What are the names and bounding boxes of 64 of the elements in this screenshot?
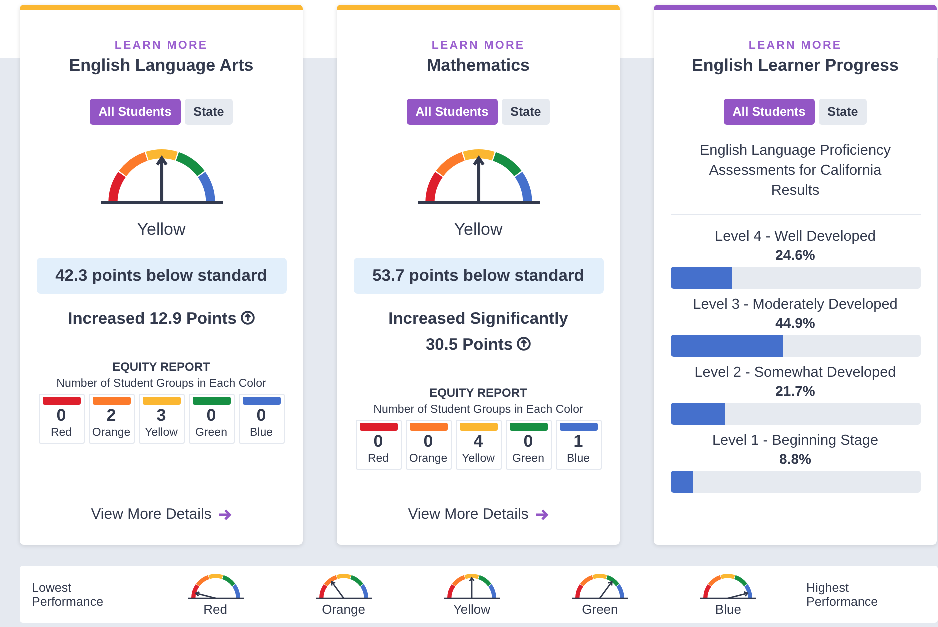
level-percent: 21.7% bbox=[776, 383, 816, 399]
level-percent: 24.6% bbox=[776, 247, 816, 263]
learn-more-link[interactable]: LEARN MORE bbox=[432, 40, 526, 52]
legend-label: Red bbox=[204, 602, 228, 617]
group-count: 0 bbox=[524, 431, 534, 454]
color-label: Yellow bbox=[145, 427, 178, 440]
change-text: Increased 12.9 Points bbox=[54, 306, 269, 332]
legend-label: Yellow bbox=[453, 602, 491, 617]
change-text: Increased Significantly 30.5 Points bbox=[388, 309, 570, 356]
group-count: 0 bbox=[424, 431, 434, 454]
color-label: Blue bbox=[566, 453, 590, 466]
color-label: Yellow bbox=[462, 453, 495, 466]
group-count: 2 bbox=[106, 405, 116, 428]
status-box: 42.3 points below standard bbox=[36, 258, 286, 294]
view-more-details-link[interactable]: View More Details bbox=[408, 506, 549, 523]
equity-subtitle: Number of Student Groups in Each Color bbox=[374, 404, 584, 416]
filter-tab[interactable]: State bbox=[184, 99, 234, 125]
equity-title: EQUITY REPORT bbox=[112, 360, 210, 374]
level-percent: 44.9% bbox=[776, 315, 816, 331]
learn-more-link[interactable]: LEARN MORE bbox=[748, 40, 842, 52]
arrow-right-icon bbox=[218, 508, 232, 520]
legend-label: Orange bbox=[322, 602, 366, 617]
level-label: Level 2 - Somewhat Developed bbox=[694, 365, 896, 381]
group-count: 1 bbox=[574, 431, 584, 454]
filter-tab[interactable]: State bbox=[502, 99, 550, 125]
view-more-details-link[interactable]: View More Details bbox=[91, 506, 232, 523]
card-title: English Learner Progress bbox=[692, 56, 899, 76]
arrow-up-circle-icon bbox=[517, 337, 532, 352]
level-percent: 8.8% bbox=[780, 451, 812, 467]
legend-label: Green bbox=[582, 602, 618, 617]
group-count: 0 bbox=[374, 431, 384, 454]
arrow-up-circle-icon bbox=[240, 311, 255, 326]
color-label: Red bbox=[50, 427, 72, 440]
color-label: Orange bbox=[409, 453, 448, 466]
learn-more-link[interactable]: LEARN MORE bbox=[114, 40, 208, 52]
group-count: 0 bbox=[206, 405, 216, 428]
group-count: 3 bbox=[156, 405, 166, 428]
filter-tab[interactable]: All Students bbox=[406, 99, 498, 125]
group-count: 4 bbox=[474, 431, 484, 454]
card-title: English Language Arts bbox=[69, 56, 254, 76]
color-label: Green bbox=[512, 453, 544, 466]
rating-label: Yellow bbox=[454, 220, 503, 240]
color-label: Orange bbox=[92, 427, 131, 440]
group-count: 0 bbox=[256, 405, 266, 428]
filter-tab[interactable]: All Students bbox=[724, 99, 815, 125]
color-label: Blue bbox=[250, 427, 274, 440]
assessment-description: English Language Proficiency Assessments for California Results bbox=[698, 142, 892, 201]
equity-subtitle: Number of Student Groups in Each Color bbox=[56, 378, 266, 390]
equity-title: EQUITY REPORT bbox=[430, 386, 528, 400]
level-label: Level 4 - Well Developed bbox=[715, 229, 876, 245]
rating-label: Yellow bbox=[137, 220, 186, 240]
legend-label: Blue bbox=[715, 602, 742, 617]
legend-low-label: Lowest Performance bbox=[32, 580, 105, 608]
group-count: 0 bbox=[56, 405, 66, 428]
color-label: Red bbox=[368, 453, 390, 466]
level-label: Level 3 - Moderately Developed bbox=[693, 297, 898, 313]
level-label: Level 1 - Beginning Stage bbox=[712, 433, 879, 449]
card-title: Mathematics bbox=[427, 56, 530, 76]
filter-tab[interactable]: State bbox=[818, 99, 868, 125]
status-box: 53.7 points below standard bbox=[354, 258, 604, 294]
legend-high-label: Highest Performance bbox=[806, 580, 880, 608]
arrow-right-icon bbox=[534, 508, 549, 520]
filter-tab[interactable]: All Students bbox=[90, 99, 181, 125]
color-label: Green bbox=[196, 427, 228, 440]
